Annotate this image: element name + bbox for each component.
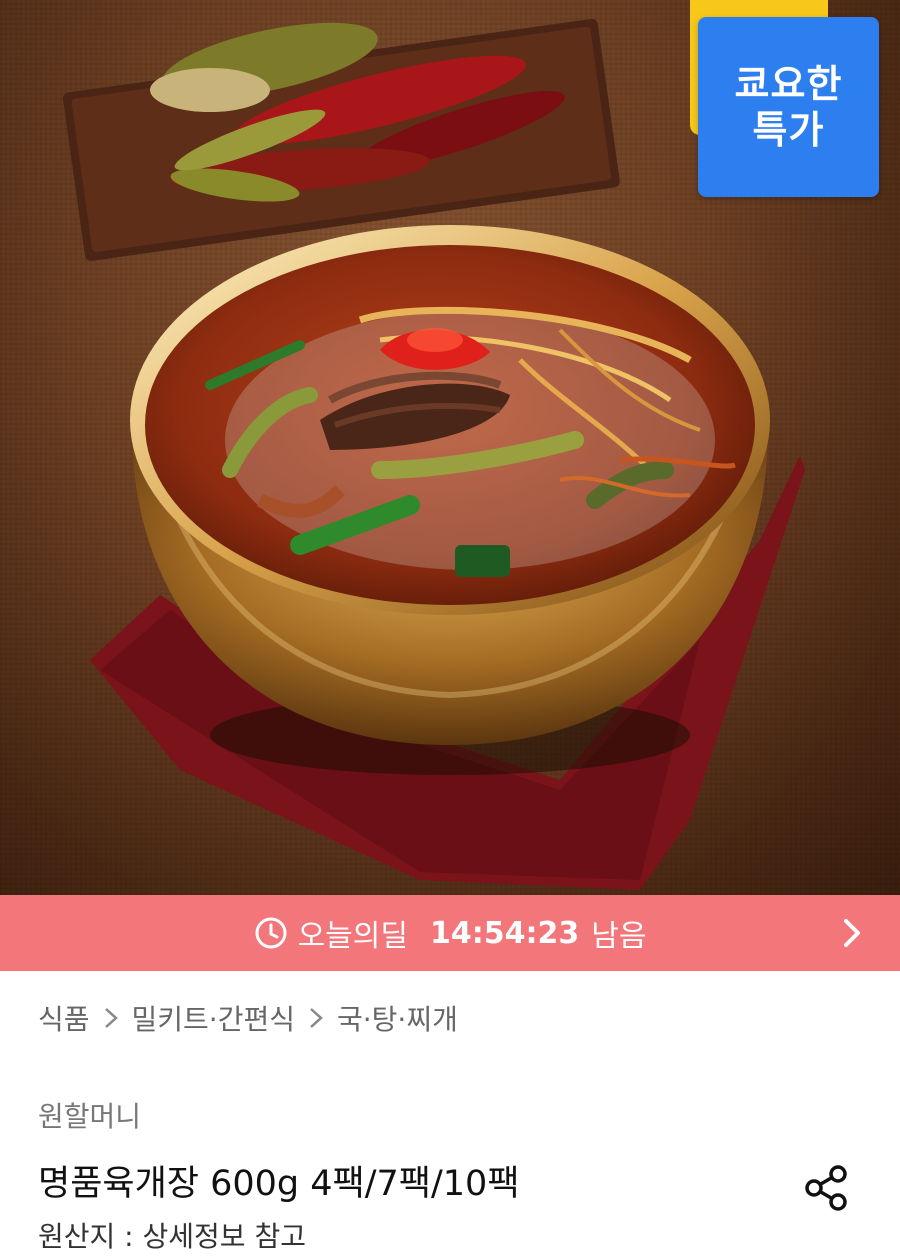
deal-countdown: 14:54:23	[429, 915, 580, 951]
badge-line-2: 특가	[752, 108, 825, 152]
badge-line-1: 쿄요한	[734, 62, 843, 106]
share-icon[interactable]	[800, 1160, 856, 1216]
breadcrumb-item-mealkit[interactable]: 밀키트·간편식	[132, 998, 295, 1038]
breadcrumb-item-soup[interactable]: 국·탕·찌개	[337, 998, 458, 1038]
breadcrumb: 식품 밀키트·간편식 국·탕·찌개	[38, 998, 458, 1038]
today-deal-banner[interactable]: 오늘의딜 14:54:23 남음	[0, 895, 900, 971]
chevron-right-icon	[104, 1008, 118, 1028]
product-origin: 원산지 : 상세정보 참고	[38, 1220, 306, 1253]
deal-label: 오늘의딜	[297, 919, 408, 954]
clock-icon	[255, 917, 287, 949]
special-price-badge: 쿄요한 특가	[698, 17, 879, 197]
product-title: 명품육개장 600g 4팩/7팩/10팩	[38, 1164, 520, 1204]
chevron-right-icon	[310, 1008, 323, 1028]
deal-suffix: 남음	[591, 919, 647, 954]
chevron-right-icon[interactable]	[840, 915, 864, 951]
brand-name[interactable]: 원할머니	[38, 1095, 141, 1135]
breadcrumb-item-food[interactable]: 식품	[38, 998, 90, 1038]
